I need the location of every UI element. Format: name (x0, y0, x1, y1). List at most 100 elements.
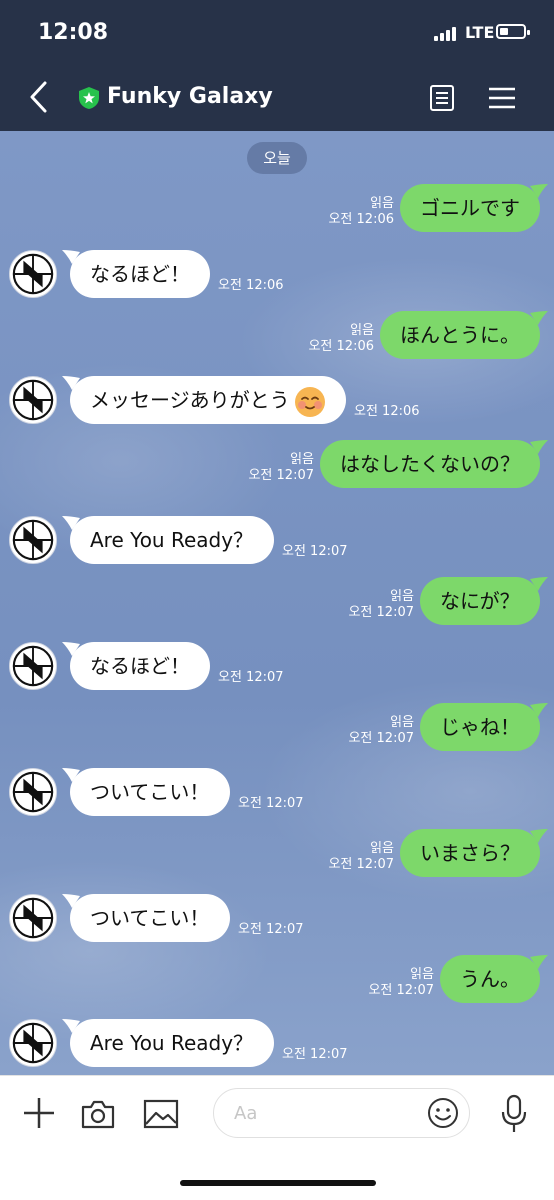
input-placeholder: Aa (234, 1103, 258, 1124)
message-text: Are You Ready？ (90, 1031, 254, 1055)
message-row: ほんとうに。 읽음 오전 12:06 (0, 311, 554, 363)
read-receipt: 읽음 (350, 323, 374, 338)
signal-icon (434, 27, 456, 41)
incoming-message-bubble[interactable]: なるほど！ (70, 642, 210, 690)
menu-icon[interactable] (488, 86, 516, 110)
message-meta: 오전 12:07 (218, 670, 284, 686)
message-row: じゃね！ 읽음 오전 12:07 (0, 703, 554, 755)
message-row: はなしたくないの？ 읽음 오전 12:07 (0, 440, 554, 492)
message-row: なにが？ 읽음 오전 12:07 (0, 577, 554, 629)
read-receipt: 읽음 (390, 589, 414, 604)
message-row: うん。 읽음 오전 12:07 (0, 955, 554, 1007)
incoming-message-bubble[interactable]: Are You Ready？ (70, 516, 274, 564)
read-receipt: 읽음 (390, 715, 414, 730)
message-meta: 오전 12:07 (282, 544, 348, 560)
incoming-message-bubble[interactable]: Are You Ready？ (70, 1019, 274, 1067)
message-text: Are You Ready？ (90, 528, 254, 552)
message-text: うん。 (460, 967, 520, 991)
read-receipt: 읽음 (410, 967, 434, 982)
status-time: 12:08 (38, 20, 109, 45)
message-row: Are You Ready？ 오전 12:07 (0, 1019, 554, 1071)
message-text: はなしたくないの？ (340, 452, 520, 476)
message-row: ついてこい！ 오전 12:07 (0, 768, 554, 820)
message-input[interactable]: Aa (213, 1088, 470, 1138)
outgoing-message-bubble[interactable]: いまさら？ (400, 829, 540, 877)
message-row: ゴニルです 읽음 오전 12:06 (0, 184, 554, 236)
avatar[interactable] (9, 642, 57, 690)
chat-title: Funky Galaxy (107, 84, 273, 109)
message-time: 오전 12:07 (282, 1047, 348, 1062)
message-time: 오전 12:07 (368, 983, 434, 998)
message-text: なるほど！ (90, 654, 190, 678)
notes-icon[interactable] (428, 84, 456, 112)
message-time: 오전 12:07 (282, 544, 348, 559)
camera-icon[interactable] (80, 1098, 116, 1130)
avatar[interactable] (9, 250, 57, 298)
read-receipt: 읽음 (370, 841, 394, 856)
composer-bar: Aa (0, 1075, 554, 1200)
message-meta: 읽음 오전 12:07 (348, 589, 414, 621)
outgoing-message-bubble[interactable]: ゴニルです (400, 184, 540, 232)
shield-icon (79, 87, 99, 109)
avatar[interactable] (9, 376, 57, 424)
read-receipt: 읽음 (370, 196, 394, 211)
avatar[interactable] (9, 1019, 57, 1067)
emoji-icon[interactable] (427, 1097, 459, 1129)
outgoing-message-bubble[interactable]: うん。 (440, 955, 540, 1003)
message-time: 오전 12:07 (218, 670, 284, 685)
message-time: 오전 12:07 (248, 468, 314, 483)
incoming-message-bubble[interactable]: ついてこい！ (70, 894, 230, 942)
message-text: ほんとうに。 (400, 323, 520, 347)
message-time: 오전 12:07 (348, 731, 414, 746)
message-row: なるほど！ 오전 12:07 (0, 642, 554, 694)
message-meta: 읽음 오전 12:06 (328, 196, 394, 228)
message-row: いまさら？ 읽음 오전 12:07 (0, 829, 554, 881)
message-text: いまさら？ (420, 841, 520, 865)
message-row: ついてこい！ 오전 12:07 (0, 894, 554, 946)
back-chevron-icon[interactable] (26, 80, 52, 114)
image-icon[interactable] (143, 1098, 179, 1130)
message-row: メッセージありがとう 오전 12:06 (0, 376, 554, 428)
message-meta: 오전 12:06 (218, 278, 284, 294)
message-time: 오전 12:07 (238, 922, 304, 937)
message-meta: 읽음 오전 12:07 (248, 452, 314, 484)
outgoing-message-bubble[interactable]: なにが？ (420, 577, 540, 625)
message-text: メッセージありがとう (90, 388, 290, 412)
message-text: ついてこい！ (90, 906, 210, 930)
network-label: LTE (465, 23, 495, 42)
chat-screen: 12:08 LTE Funky Galaxy 오늘 ゴニルです 읽음 오전 12:0… (0, 0, 554, 1200)
blushing-face-emoji-icon (294, 386, 325, 417)
avatar[interactable] (9, 894, 57, 942)
message-row: Are You Ready？ 오전 12:07 (0, 516, 554, 568)
message-time: 오전 12:07 (238, 796, 304, 811)
date-divider: 오늘 (247, 142, 307, 174)
message-text: なにが？ (440, 589, 520, 613)
message-meta: 읽음 오전 12:07 (368, 967, 434, 999)
message-meta: 읽음 오전 12:06 (308, 323, 374, 355)
message-time: 오전 12:06 (218, 278, 284, 293)
incoming-message-bubble[interactable]: メッセージありがとう (70, 376, 346, 424)
avatar[interactable] (9, 768, 57, 816)
message-row: なるほど！ 오전 12:06 (0, 250, 554, 302)
message-meta: 오전 12:07 (238, 796, 304, 812)
avatar[interactable] (9, 516, 57, 564)
message-meta: 오전 12:07 (238, 922, 304, 938)
message-meta: 읽음 오전 12:07 (328, 841, 394, 873)
message-time: 오전 12:07 (328, 857, 394, 872)
incoming-message-bubble[interactable]: なるほど！ (70, 250, 210, 298)
message-text: じゃね！ (440, 715, 520, 739)
battery-icon (496, 24, 530, 39)
message-text: なるほど！ (90, 262, 190, 286)
outgoing-message-bubble[interactable]: ほんとうに。 (380, 311, 540, 359)
message-time: 오전 12:06 (328, 212, 394, 227)
message-meta: 오전 12:07 (282, 1047, 348, 1063)
plus-icon[interactable] (22, 1096, 56, 1130)
message-meta: 읽음 오전 12:07 (348, 715, 414, 747)
outgoing-message-bubble[interactable]: じゃね！ (420, 703, 540, 751)
incoming-message-bubble[interactable]: ついてこい！ (70, 768, 230, 816)
microphone-icon[interactable] (498, 1094, 530, 1134)
outgoing-message-bubble[interactable]: はなしたくないの？ (320, 440, 540, 488)
message-time: 오전 12:07 (348, 605, 414, 620)
message-text: ゴニルです (420, 196, 520, 220)
message-text: ついてこい！ (90, 780, 210, 804)
